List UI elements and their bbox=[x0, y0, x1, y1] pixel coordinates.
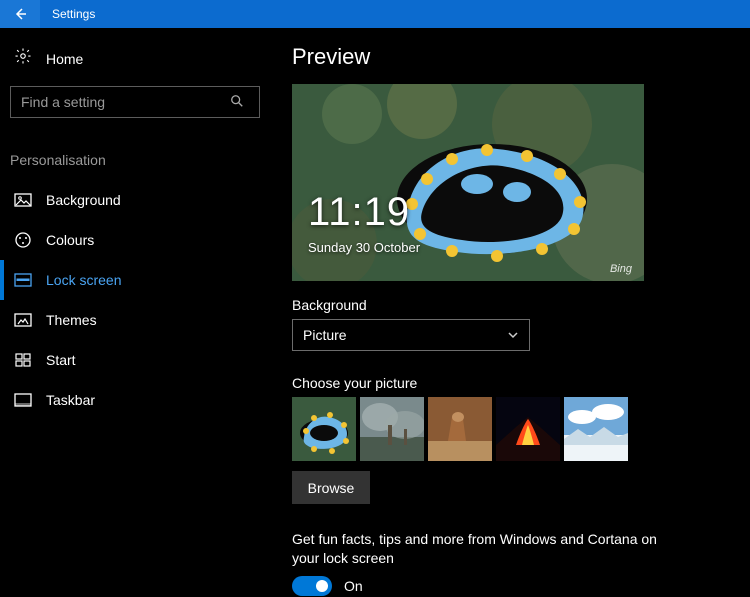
dropdown-value: Picture bbox=[303, 327, 347, 343]
back-button[interactable] bbox=[0, 0, 40, 28]
nav-label: Colours bbox=[46, 232, 94, 248]
nav-background[interactable]: Background bbox=[10, 180, 262, 220]
search-input[interactable] bbox=[10, 86, 260, 118]
image-source: Bing bbox=[610, 263, 632, 275]
picture-thumb-5[interactable] bbox=[564, 397, 628, 461]
nav-start[interactable]: Start bbox=[10, 340, 262, 380]
lock-screen-icon bbox=[14, 273, 32, 287]
nav-label: Background bbox=[46, 192, 121, 208]
nav-taskbar[interactable]: Taskbar bbox=[10, 380, 262, 420]
preview-time: 11:19 bbox=[308, 190, 410, 235]
lock-screen-preview: 11:19 Sunday 30 October Bing bbox=[292, 84, 644, 281]
page-title: Preview bbox=[292, 44, 750, 70]
browse-button[interactable]: Browse bbox=[292, 471, 370, 504]
nav-themes[interactable]: Themes bbox=[10, 300, 262, 340]
themes-icon bbox=[14, 313, 32, 327]
picture-thumb-3[interactable] bbox=[428, 397, 492, 461]
chevron-down-icon bbox=[507, 329, 519, 341]
start-icon bbox=[14, 353, 32, 367]
background-dropdown[interactable]: Picture bbox=[292, 319, 530, 351]
toggle-state: On bbox=[344, 578, 363, 594]
nav-label: Themes bbox=[46, 312, 97, 328]
picture-icon bbox=[14, 193, 32, 207]
fun-facts-toggle[interactable] bbox=[292, 576, 332, 596]
preview-date: Sunday 30 October bbox=[308, 240, 420, 255]
category-label: Personalisation bbox=[10, 152, 262, 168]
home-label: Home bbox=[46, 51, 83, 67]
nav-label: Start bbox=[46, 352, 76, 368]
taskbar-icon bbox=[14, 393, 32, 407]
background-label: Background bbox=[292, 297, 750, 313]
choose-picture-label: Choose your picture bbox=[292, 375, 750, 391]
fun-facts-label: Get fun facts, tips and more from Window… bbox=[292, 530, 682, 568]
home-link[interactable]: Home bbox=[10, 41, 262, 80]
nav-lock-screen[interactable]: Lock screen bbox=[10, 260, 262, 300]
picture-thumb-1[interactable] bbox=[292, 397, 356, 461]
nav-label: Taskbar bbox=[46, 392, 95, 408]
nav-label: Lock screen bbox=[46, 272, 121, 288]
window-title: Settings bbox=[40, 7, 95, 21]
nav-colours[interactable]: Colours bbox=[10, 220, 262, 260]
palette-icon bbox=[14, 231, 32, 249]
picture-thumb-2[interactable] bbox=[360, 397, 424, 461]
back-arrow-icon bbox=[12, 6, 28, 22]
picture-thumb-4[interactable] bbox=[496, 397, 560, 461]
gear-icon bbox=[14, 47, 32, 70]
